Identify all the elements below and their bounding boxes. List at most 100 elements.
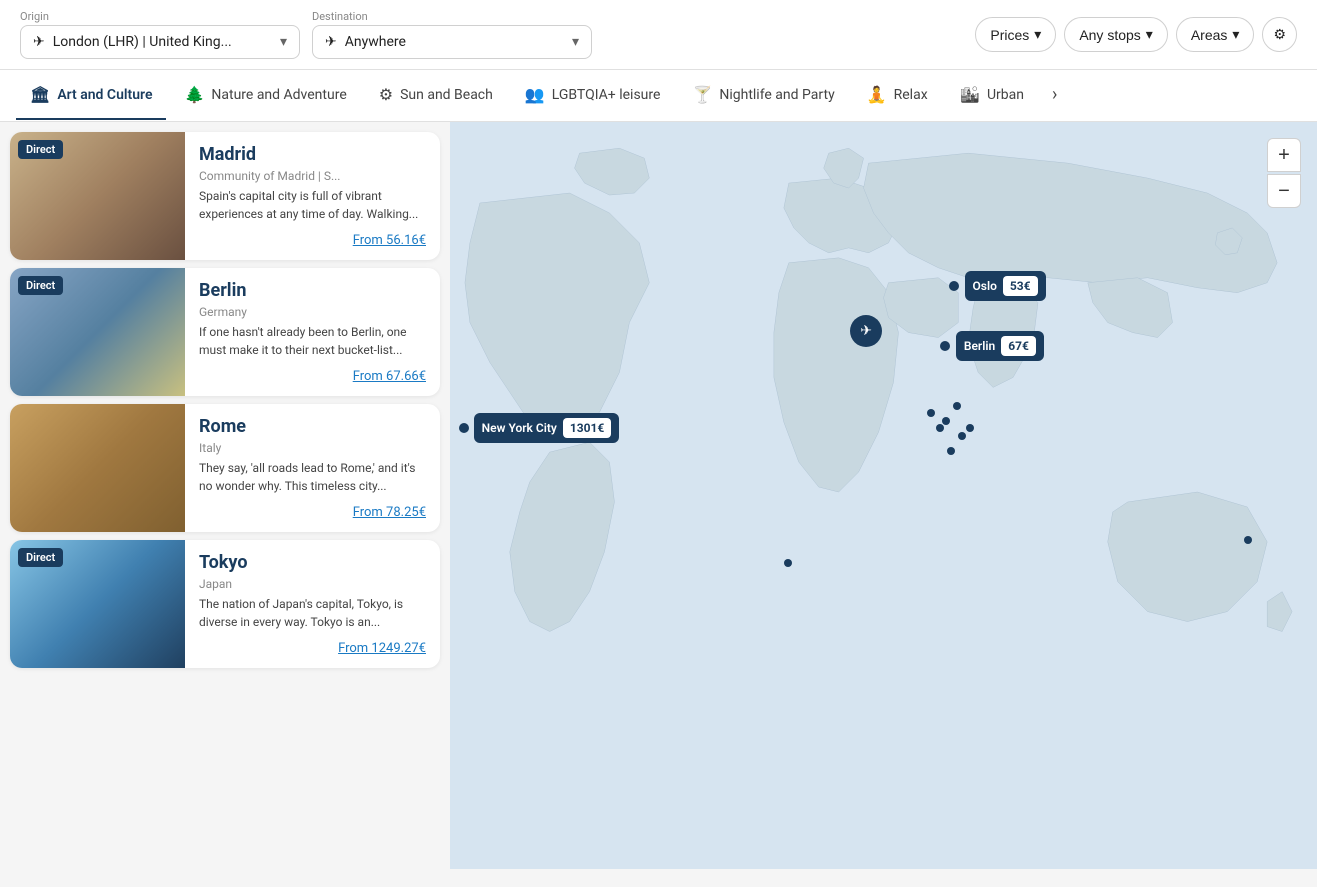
nyc-price: 1301€ [563, 418, 611, 438]
category-tab-art[interactable]: 🏛Art and Culture [16, 71, 166, 120]
card-description: The nation of Japan's capital, Tokyo, is… [199, 595, 426, 631]
oslo-map-pin[interactable]: Oslo 53€ [949, 271, 1046, 301]
destination-chevron-icon: ▾ [572, 34, 579, 50]
destinations-list: Direct Madrid Community of Madrid | S...… [0, 122, 450, 869]
origin-chevron-icon: ▾ [280, 34, 287, 50]
destination-field-group: Destination ✈ Anywhere ▾ [312, 10, 592, 59]
card-price[interactable]: From 67.66€ [199, 369, 426, 384]
oslo-pin-label: Oslo 53€ [965, 271, 1046, 301]
card-body: Rome Italy They say, 'all roads lead to … [185, 404, 440, 532]
nightlife-icon: 🍸 [692, 85, 712, 104]
map-scatter-dot-7 [1244, 536, 1252, 544]
berlin-pin-label: Berlin 67€ [956, 331, 1044, 361]
sliders-icon: ⚙ [1273, 26, 1286, 43]
oslo-price: 53€ [1003, 276, 1038, 296]
areas-button[interactable]: Areas ▾ [1176, 17, 1255, 52]
direct-badge: Direct [18, 140, 63, 159]
nyc-dot [459, 423, 469, 433]
plane-arrive-icon: ✈ [325, 34, 337, 50]
destination-card[interactable]: Rome Italy They say, 'all roads lead to … [10, 404, 440, 532]
card-body: Tokyo Japan The nation of Japan's capita… [185, 540, 440, 668]
cat-label: Nature and Adventure [211, 87, 346, 103]
more-categories-button[interactable]: › [1042, 70, 1067, 121]
category-tab-relax[interactable]: 🧘 Relax [853, 71, 942, 120]
oslo-city: Oslo [973, 279, 997, 293]
advanced-filter-button[interactable]: ⚙ [1262, 17, 1297, 52]
filter-buttons: Prices ▾ Any stops ▾ Areas ▾ ⚙ [975, 17, 1297, 52]
category-tab-lgbtq[interactable]: 👥 LGBTQIA+ leisure [511, 71, 675, 120]
stops-button[interactable]: Any stops ▾ [1064, 17, 1168, 52]
nyc-city: New York City [482, 421, 557, 435]
direct-badge: Direct [18, 276, 63, 295]
cat-label: LGBTQIA+ leisure [552, 87, 661, 103]
stops-chevron-icon: ▾ [1146, 26, 1153, 43]
destination-card[interactable]: Direct Tokyo Japan The nation of Japan's… [10, 540, 440, 668]
destination-card[interactable]: Direct Berlin Germany If one hasn't alre… [10, 268, 440, 396]
category-tab-urban[interactable]: 🏙 Urban [946, 71, 1038, 120]
origin-plane-pin: ✈ [851, 316, 881, 346]
category-tab-sun[interactable]: ⚙ Sun and Beach [365, 71, 507, 120]
stops-label: Any stops [1079, 27, 1140, 43]
nyc-map-pin[interactable]: New York City 1301€ [459, 413, 620, 443]
origin-select[interactable]: ✈ London (LHR) | United King... ▾ [20, 25, 300, 59]
origin-dest-fields: Origin ✈ London (LHR) | United King... ▾… [20, 10, 963, 59]
cat-label: Relax [894, 87, 928, 103]
card-region: Italy [199, 441, 426, 455]
card-image: Direct [10, 268, 185, 396]
card-city: Tokyo [199, 552, 426, 573]
berlin-price: 67€ [1001, 336, 1036, 356]
prices-chevron-icon: ▾ [1034, 26, 1041, 43]
card-image: Direct [10, 132, 185, 260]
cat-label: Nightlife and Party [719, 87, 834, 103]
relax-icon: 🧘 [867, 85, 887, 104]
card-image: Direct [10, 540, 185, 668]
prices-button[interactable]: Prices ▾ [975, 17, 1056, 52]
card-city: Berlin [199, 280, 426, 301]
berlin-dot [940, 341, 950, 351]
destination-value: Anywhere [345, 34, 406, 50]
card-region: Community of Madrid | S... [199, 169, 426, 183]
category-tab-nature[interactable]: 🌲 Nature and Adventure [170, 71, 360, 120]
cat-label: Urban [987, 87, 1024, 103]
destination-label: Destination [312, 10, 592, 23]
urban-icon: 🏙 [960, 85, 980, 104]
nature-icon: 🌲 [184, 85, 204, 104]
card-description: If one hasn't already been to Berlin, on… [199, 323, 426, 359]
category-tab-nightlife[interactable]: 🍸 Nightlife and Party [678, 71, 848, 120]
prices-label: Prices [990, 27, 1029, 43]
oslo-dot [949, 281, 959, 291]
areas-chevron-icon: ▾ [1232, 26, 1239, 43]
card-price[interactable]: From 1249.27€ [199, 641, 426, 656]
destination-select[interactable]: ✈ Anywhere ▾ [312, 25, 592, 59]
card-region: Germany [199, 305, 426, 319]
main-content: Direct Madrid Community of Madrid | S...… [0, 122, 1317, 869]
map-scatter-dot-2 [942, 417, 950, 425]
areas-label: Areas [1191, 27, 1228, 43]
berlin-map-pin[interactable]: Berlin 67€ [940, 331, 1044, 361]
map-scatter-dot-3 [953, 402, 961, 410]
map-scatter-dot-5 [966, 424, 974, 432]
berlin-city: Berlin [964, 339, 995, 353]
map-scatter-dot-1 [936, 424, 944, 432]
map-scatter-dot-0 [927, 409, 935, 417]
map-scatter-dot-8 [784, 559, 792, 567]
nyc-pin-label: New York City 1301€ [474, 413, 620, 443]
card-price[interactable]: From 56.16€ [199, 233, 426, 248]
zoom-out-button[interactable]: − [1267, 174, 1301, 208]
card-image [10, 404, 185, 532]
cat-label: Sun and Beach [400, 87, 493, 103]
category-tabs: 🏛Art and Culture 🌲 Nature and Adventure ⚙ Su… [0, 70, 1317, 122]
card-city: Rome [199, 416, 426, 437]
origin-label: Origin [20, 10, 300, 23]
origin-plane-icon: ✈ [860, 323, 872, 339]
sun-icon: ⚙ [379, 85, 393, 104]
origin-value: London (LHR) | United King... [53, 34, 232, 50]
card-price[interactable]: From 78.25€ [199, 505, 426, 520]
map-panel: + − ✈ Oslo 53€ Berlin 67€ New York City … [450, 122, 1317, 869]
lgbtq-icon: 👥 [525, 85, 545, 104]
destination-card[interactable]: Direct Madrid Community of Madrid | S...… [10, 132, 440, 260]
card-body: Madrid Community of Madrid | S... Spain'… [185, 132, 440, 260]
zoom-in-button[interactable]: + [1267, 138, 1301, 172]
plane-depart-icon: ✈ [33, 34, 45, 50]
map-controls: + − [1267, 138, 1301, 208]
